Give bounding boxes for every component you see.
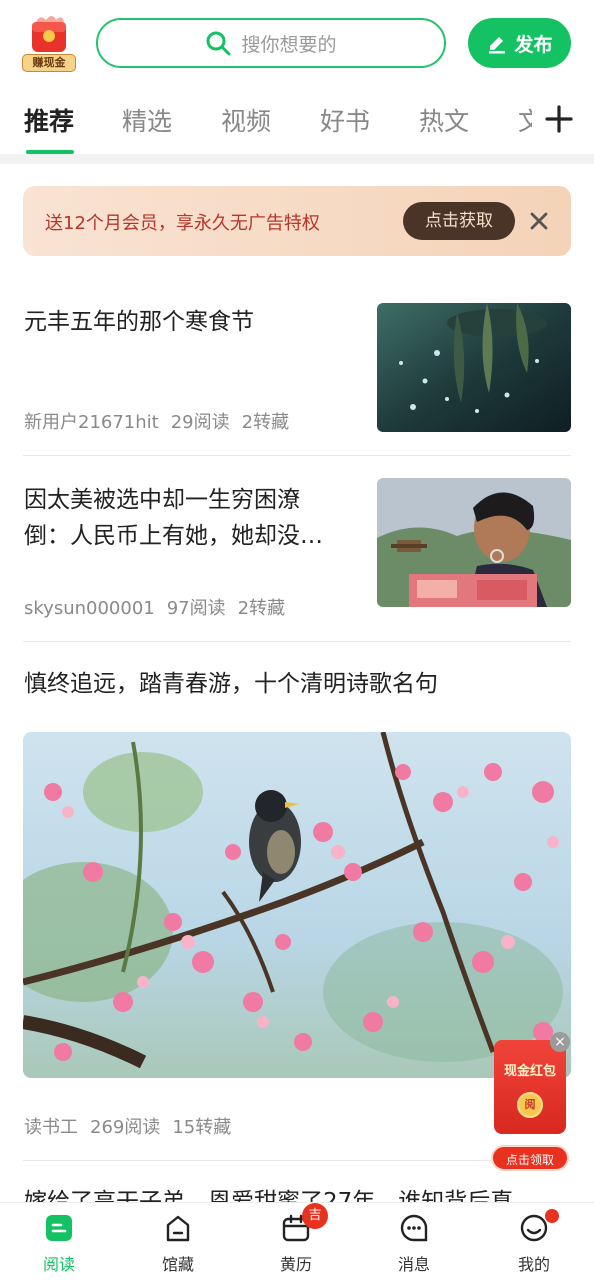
read-icon (46, 1215, 72, 1241)
vip-claim-button[interactable]: 点击获取 (403, 202, 515, 240)
article-meta: skysun000001 97阅读 2转藏 (24, 594, 297, 620)
nav-messages-label: 消息 (397, 1255, 430, 1274)
vip-promo-text: 送12个月会员，享永久无广告特权 (45, 213, 320, 234)
nav-messages[interactable]: 消息 (369, 1203, 459, 1280)
nav-read-label: 阅读 (42, 1255, 75, 1274)
article-thumbnail[interactable] (377, 478, 571, 607)
section-divider (0, 154, 594, 164)
article-reads: 97阅读 (166, 598, 226, 619)
red-packet-title: 现金红包 (503, 1064, 556, 1079)
category-tabs: 推荐 精选 视频 好书 热文 文 (0, 92, 594, 154)
tab-video[interactable]: 视频 (221, 102, 271, 138)
cash-red-packet[interactable]: 现金红包 阅 (494, 1040, 566, 1134)
publish-button[interactable]: 发布 (468, 18, 571, 68)
article-author: 读书工 (24, 1117, 78, 1138)
nav-profile[interactable]: 我的 (489, 1203, 579, 1280)
article-author: 新用户21671hit (24, 412, 159, 433)
bottom-nav: 阅读 馆藏 黄历 消息 我的 (0, 1202, 594, 1280)
add-tab-icon[interactable] (544, 102, 574, 136)
nav-almanac-label: 黄历 (279, 1255, 312, 1274)
almanac-badge: 吉 (302, 1203, 328, 1229)
article-saves: 15转藏 (172, 1117, 232, 1138)
earn-cash-label: 赚现金 (22, 54, 76, 72)
nav-profile-label: 我的 (517, 1255, 550, 1274)
search-icon (206, 31, 231, 56)
article-author: skysun000001 (24, 598, 155, 619)
close-red-packet-icon[interactable]: × (550, 1032, 570, 1052)
article-title[interactable]: 因太美被选中却一生穷困潦 倒：人民币上有她，她却没… (24, 482, 364, 554)
bird-blossom-image (23, 732, 571, 1078)
article-reads: 269阅读 (90, 1117, 161, 1138)
tab-featured[interactable]: 精选 (122, 102, 172, 138)
search-placeholder: 搜你想要的 (241, 33, 337, 56)
claim-red-packet-button[interactable]: 点击领取 (491, 1145, 569, 1171)
tab-good-books[interactable]: 好书 (320, 102, 370, 138)
red-envelope-icon (32, 16, 66, 52)
tab-more-partial[interactable]: 文 (518, 102, 532, 138)
edit-icon (489, 37, 506, 54)
feed-divider (23, 1160, 571, 1161)
vip-promo-banner[interactable]: 送12个月会员，享永久无广告特权 点击获取 (23, 186, 571, 256)
search-input[interactable]: 搜你想要的 (96, 18, 446, 68)
publish-label: 发布 (514, 33, 553, 56)
message-icon (400, 1214, 428, 1242)
article-title[interactable]: 慎终追远，踏青春游，十个清明诗歌名句 (24, 666, 572, 702)
red-packet-coin-icon: 阅 (517, 1092, 543, 1118)
profile-notification-dot (545, 1209, 559, 1223)
article-title[interactable]: 元丰五年的那个寒食节 (24, 304, 354, 340)
nav-collection-label: 馆藏 (161, 1255, 194, 1274)
nav-collection[interactable]: 馆藏 (133, 1203, 223, 1280)
woman-portrait-image (377, 478, 571, 607)
nav-read[interactable]: 阅读 (14, 1203, 104, 1280)
article-saves: 2转藏 (241, 412, 290, 433)
feed-divider (23, 641, 571, 642)
article-meta: 新用户21671hit 29阅读 2转藏 (24, 408, 301, 434)
collection-icon (166, 1215, 190, 1242)
earn-cash-button[interactable]: 赚现金 (22, 14, 76, 72)
tab-recommend[interactable]: 推荐 (24, 102, 74, 138)
article-saves: 2转藏 (237, 598, 286, 619)
article-title-line: 倒：人民币上有她，她却没… (24, 523, 323, 549)
article-cover-image[interactable] (23, 732, 571, 1078)
article-title-partial[interactable]: 嫁给了高干子弟，恩爱甜蜜了27年，谁知背后真 (24, 1180, 584, 1202)
article-title-line: 因太美被选中却一生穷困潦 (24, 487, 300, 513)
article-meta: 读书工 269阅读 15转藏 (24, 1113, 243, 1139)
article-thumbnail[interactable] (377, 303, 571, 432)
feed-divider (23, 455, 571, 456)
close-icon[interactable] (527, 209, 551, 233)
top-bar: 赚现金 搜你想要的 发布 (0, 0, 594, 86)
article-reads: 29阅读 (170, 412, 230, 433)
tab-hot-articles[interactable]: 热文 (419, 102, 469, 138)
rain-leaves-image (377, 303, 571, 432)
